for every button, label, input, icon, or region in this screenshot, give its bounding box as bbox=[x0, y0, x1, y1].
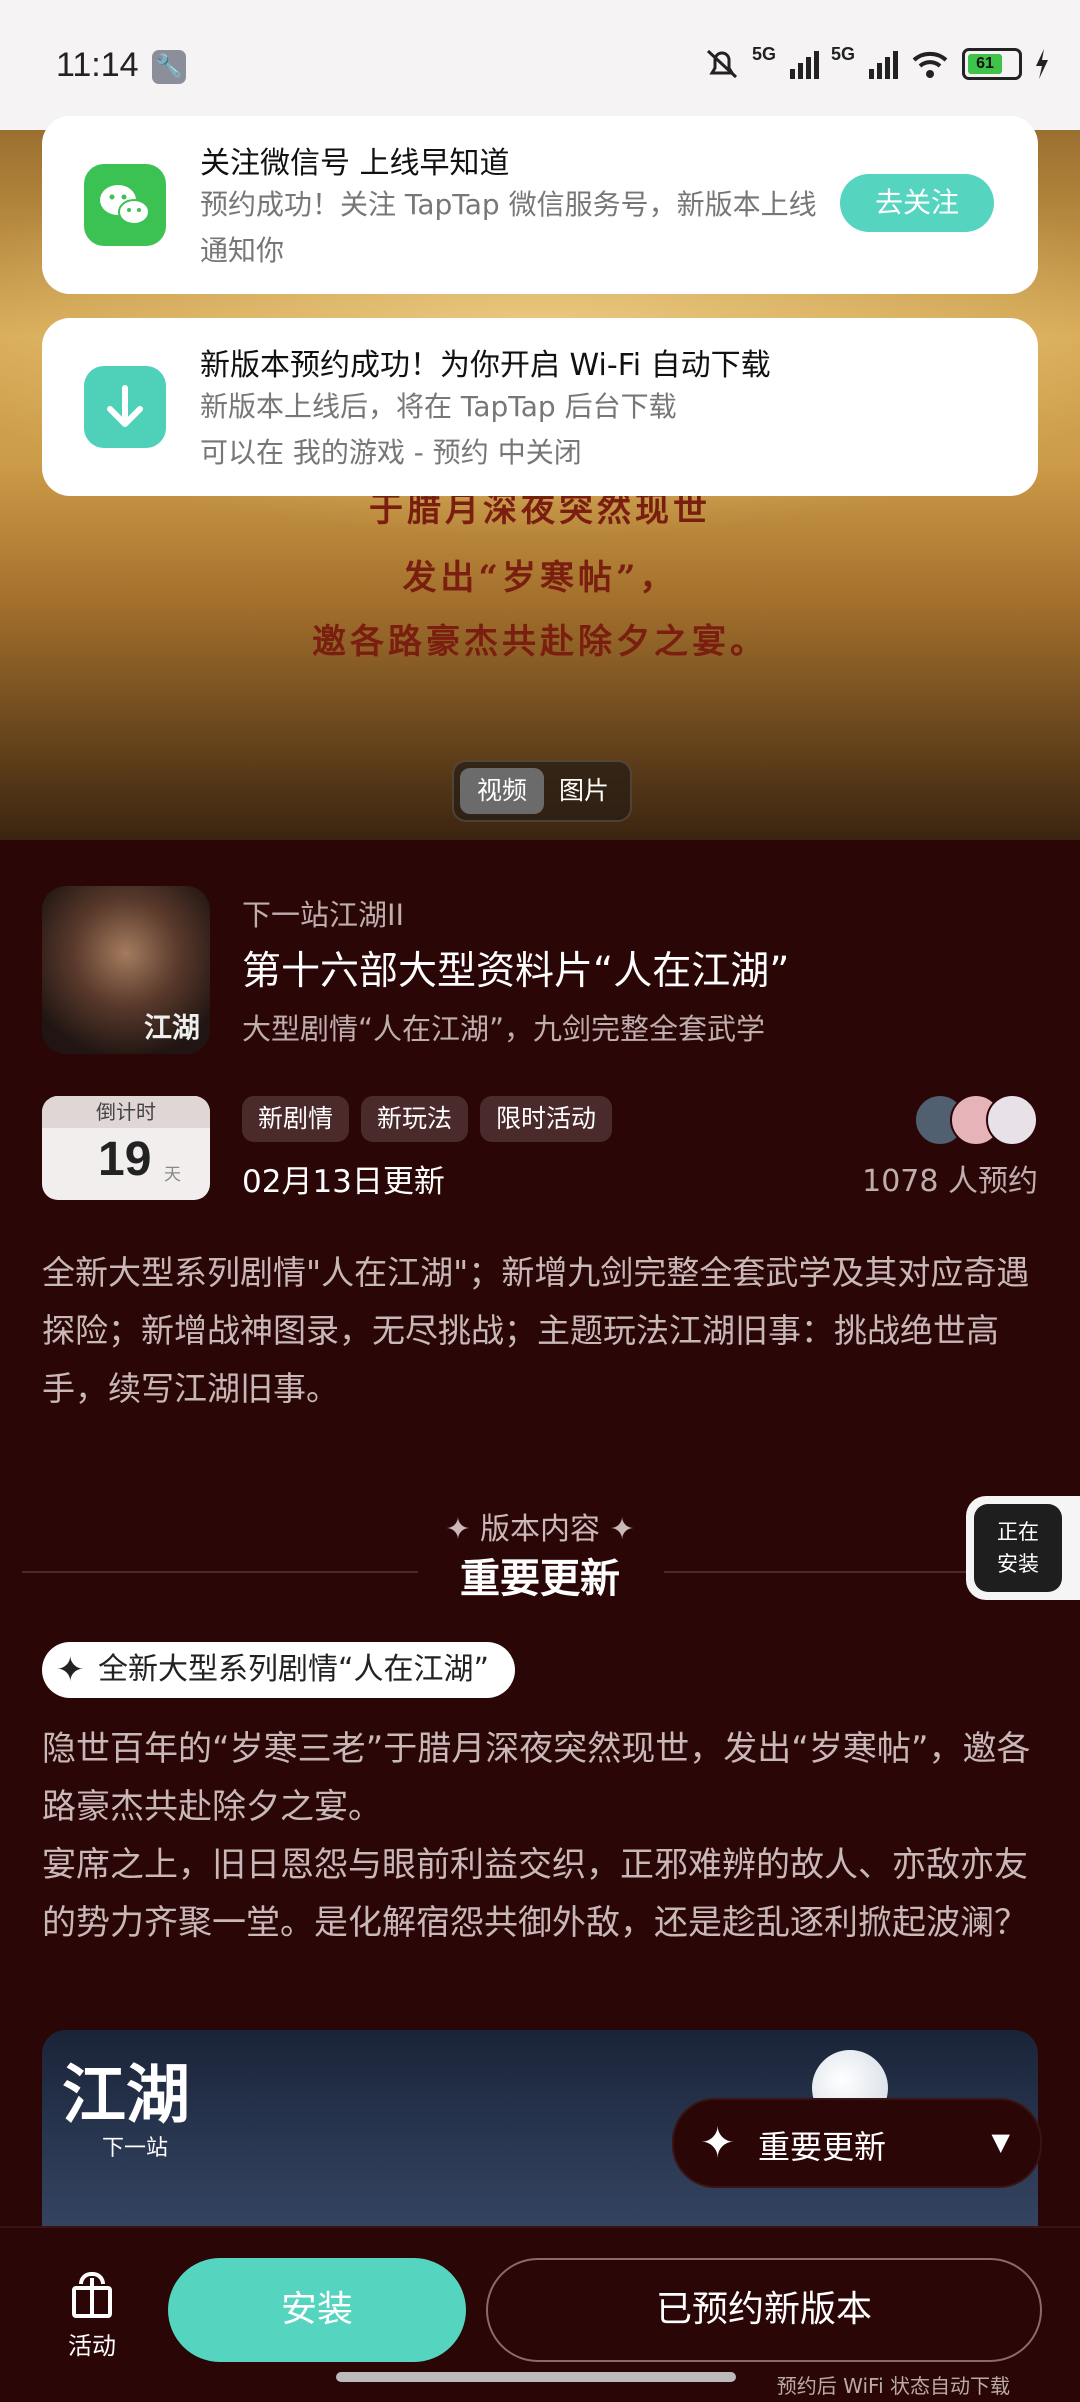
version-title: 第十六部大型资料片“人在江湖” bbox=[242, 949, 790, 994]
wifi-icon bbox=[912, 51, 948, 78]
countdown-label: 倒计时 bbox=[42, 1096, 210, 1128]
gift-icon bbox=[69, 2272, 115, 2318]
status-time: 11:14 bbox=[56, 46, 139, 84]
banner-logo: 江湖 bbox=[62, 2058, 190, 2133]
installing-line-2: 安装 bbox=[997, 1552, 1039, 1576]
update-date: 02月13日更新 bbox=[242, 1164, 445, 1200]
notification-body-line-2: 可以在 我的游戏 - 预约 中关闭 bbox=[200, 436, 582, 469]
wechat-icon bbox=[84, 164, 166, 246]
reserver-avatars[interactable] bbox=[914, 1094, 1038, 1146]
tag-item: 新玩法 bbox=[361, 1096, 469, 1142]
game-icon-label: 江湖 bbox=[143, 1011, 200, 1044]
installing-floating-badge[interactable]: 正在 安装 bbox=[966, 1496, 1080, 1600]
tab-image[interactable]: 图片 bbox=[542, 768, 626, 814]
game-name[interactable]: 下一站江湖II bbox=[242, 892, 404, 934]
wechat-notification[interactable]: 关注微信号 上线早知道 预约成功！关注 TapTap 微信服务号，新版本上线通知… bbox=[42, 116, 1038, 294]
reservation-count: 1078 人预约 bbox=[862, 1164, 1038, 1199]
avatar bbox=[986, 1094, 1038, 1146]
notification-title: 新版本预约成功！为你开启 Wi-Fi 自动下载 bbox=[200, 348, 771, 383]
status-bar: 11:14 🔧 5G 5G 61 bbox=[0, 0, 1080, 130]
charging-icon bbox=[1036, 49, 1048, 79]
feature-paragraph-2: 宴席之上，旧日恩怨与眼前利益交织，正邪难辨的故人、亦敌亦友的势力齐聚一堂。是化解… bbox=[42, 1845, 1028, 1943]
tag-item: 新剧情 bbox=[242, 1096, 350, 1142]
battery-level: 61 bbox=[968, 54, 1002, 74]
network-type-1: 5G bbox=[751, 44, 776, 64]
banner-logo-sub: 下一站 bbox=[102, 2136, 169, 2161]
signal-1-icon bbox=[789, 49, 819, 79]
follow-button[interactable]: 去关注 bbox=[840, 174, 994, 232]
game-icon[interactable]: 江湖 bbox=[42, 886, 210, 1054]
home-indicator[interactable] bbox=[336, 2372, 736, 2382]
section-jump-label: 重要更新 bbox=[758, 2128, 887, 2166]
tag-item: 限时活动 bbox=[480, 1096, 613, 1142]
download-icon bbox=[84, 366, 166, 448]
reserved-version-button[interactable]: 已预约新版本 bbox=[486, 2258, 1042, 2362]
countdown-value: 19 bbox=[98, 1133, 152, 1186]
tab-video[interactable]: 视频 bbox=[460, 768, 544, 814]
notification-body-line-1: 新版本上线后，将在 TapTap 后台下载 bbox=[200, 390, 677, 423]
notification-title: 关注微信号 上线早知道 bbox=[200, 146, 510, 181]
wrench-icon: 🔧 bbox=[152, 50, 186, 84]
battery-icon: 61 bbox=[962, 48, 1022, 80]
auto-download-notification[interactable]: 新版本预约成功！为你开启 Wi-Fi 自动下载 新版本上线后，将在 TapTap… bbox=[42, 318, 1038, 496]
activity-button[interactable]: 活动 bbox=[50, 2272, 134, 2361]
tag-list: 新剧情 新玩法 限时活动 bbox=[242, 1096, 613, 1142]
installing-status: 正在 安装 bbox=[974, 1504, 1062, 1592]
feature-pill-label: 全新大型系列剧情“人在江湖” bbox=[98, 1652, 490, 1687]
media-toggle: 视频 图片 bbox=[452, 760, 632, 822]
bottom-action-bar: 活动 安装 已预约新版本 预约后 WiFi 状态自动下载 bbox=[0, 2226, 1080, 2402]
countdown-badge: 倒计时 19 天 bbox=[42, 1096, 210, 1200]
hero-line-2: 发出“岁寒帖”， bbox=[402, 558, 678, 598]
hero-line-3: 邀各路豪杰共赴除夕之宴。 bbox=[312, 622, 768, 662]
feature-body: 隐世百年的“岁寒三老”于腊月深夜突然现世，发出“岁寒帖”，邀各路豪杰共赴除夕之宴… bbox=[42, 1720, 1042, 1952]
sparkle-icon: ✦ bbox=[700, 2118, 736, 2167]
status-icons: 5G 5G 61 bbox=[704, 44, 1050, 84]
activity-label: 活动 bbox=[68, 2332, 116, 2360]
countdown-unit: 天 bbox=[164, 1165, 181, 1185]
install-button[interactable]: 安装 bbox=[168, 2258, 466, 2362]
signal-2-icon bbox=[869, 49, 898, 79]
section-jump-dropdown[interactable]: ✦ 重要更新 ▼ bbox=[672, 2098, 1042, 2188]
section-title: 重要更新 bbox=[460, 1556, 620, 1602]
notification-body: 预约成功！关注 TapTap 微信服务号，新版本上线通知你 bbox=[200, 188, 817, 267]
section-eyebrow: ✦ 版本内容 ✦ bbox=[445, 1512, 635, 1547]
mute-bell-icon bbox=[706, 49, 737, 79]
feature-paragraph-1: 隐世百年的“岁寒三老”于腊月深夜突然现世，发出“岁寒帖”，邀各路豪杰共赴除夕之宴… bbox=[42, 1729, 1031, 1827]
notification-body: 新版本上线后，将在 TapTap 后台下载 可以在 我的游戏 - 预约 中关闭 bbox=[200, 384, 980, 476]
wifi-download-note: 预约后 WiFi 状态自动下载 bbox=[776, 2374, 1010, 2398]
chevron-down-icon: ▼ bbox=[991, 2128, 1010, 2156]
installing-line-1: 正在 bbox=[997, 1520, 1039, 1544]
network-type-2: 5G bbox=[830, 44, 855, 64]
version-subtitle: 大型剧情“人在江湖”，九剑完整全套武学 bbox=[242, 1012, 766, 1046]
sparkle-icon: ✦ bbox=[56, 1650, 85, 1690]
feature-pill: ✦ 全新大型系列剧情“人在江湖” bbox=[42, 1642, 516, 1698]
version-description: 全新大型系列剧情"人在江湖"；新增九剑完整全套武学及其对应奇遇探险；新增战神图录… bbox=[42, 1253, 1030, 1408]
